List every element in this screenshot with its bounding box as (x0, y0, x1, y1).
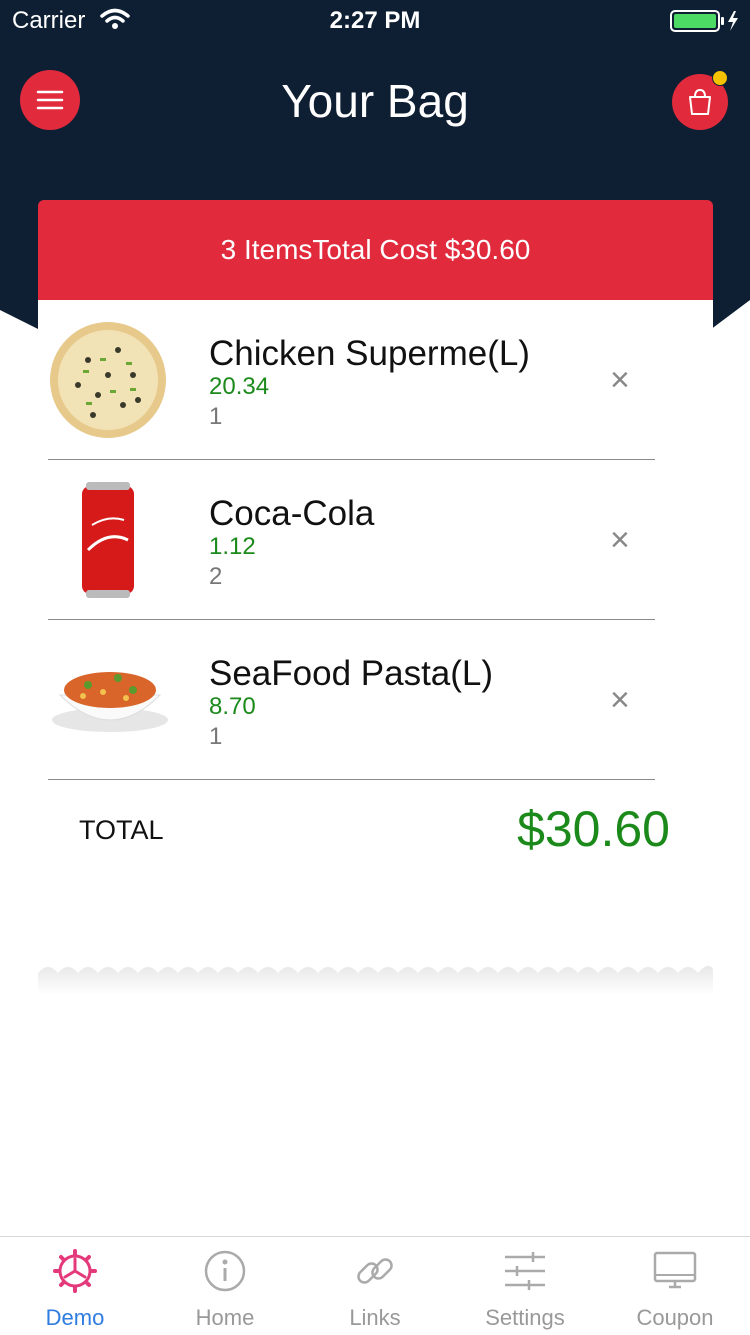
item-quantity: 1 (209, 723, 223, 750)
bag-card: Chicken Superme(L) 20.34 1 × Coca-Cola 1… (38, 300, 713, 965)
pasta-image (52, 672, 168, 732)
tab-links[interactable]: Links (300, 1237, 450, 1335)
tab-home[interactable]: Home (150, 1237, 300, 1335)
cart-badge (712, 70, 728, 86)
total-label: TOTAL (79, 815, 164, 845)
tab-coupon[interactable]: Coupon (600, 1237, 750, 1335)
info-icon (204, 1250, 246, 1292)
tab-demo[interactable]: Demo (0, 1237, 150, 1335)
tab-settings[interactable]: Settings (450, 1237, 600, 1335)
monitor-icon (653, 1251, 697, 1289)
remove-item-button[interactable]: × (610, 363, 630, 397)
item-price: 20.34 (209, 373, 270, 400)
pizza-image (50, 322, 166, 438)
item-name: SeaFood Pasta(L) (209, 654, 494, 693)
page-title: Your Bag (281, 75, 469, 127)
item-name: Chicken Superme(L) (209, 334, 530, 373)
item-quantity: 2 (209, 563, 223, 590)
tab-label: Home (195, 1305, 255, 1330)
item-name: Coca-Cola (209, 494, 375, 533)
status-bar: Carrier 2:27 PM (0, 0, 750, 40)
list-item: Chicken Superme(L) 20.34 1 × (48, 300, 655, 460)
status-time: 2:27 PM (329, 7, 421, 34)
demo-gear-icon (53, 1249, 97, 1293)
shopping-bag-icon (689, 88, 711, 115)
tab-bar: Demo Home Links Settings Coupon (0, 1236, 750, 1335)
battery-icon (670, 9, 742, 40)
list-item: Coca-Cola 1.12 2 × (48, 460, 655, 620)
link-icon (357, 1258, 393, 1284)
cola-can-image (82, 482, 134, 598)
item-quantity: 1 (209, 403, 223, 430)
tab-label: Links (349, 1305, 401, 1330)
item-price: 1.12 (209, 533, 256, 560)
summary-bar: 3 ItemsTotal Cost $30.60 (38, 200, 713, 300)
receipt-edge (38, 965, 713, 995)
total-value: $30.60 (517, 801, 670, 857)
tab-label: Settings (485, 1305, 565, 1330)
tab-label: Coupon (636, 1305, 714, 1330)
list-item: SeaFood Pasta(L) 8.70 1 × (48, 620, 655, 780)
remove-item-button[interactable]: × (610, 523, 630, 557)
item-price: 8.70 (209, 693, 256, 720)
sliders-icon (505, 1252, 545, 1290)
summary-text: 3 ItemsTotal Cost $30.60 (220, 234, 531, 265)
tab-label: Demo (45, 1305, 105, 1330)
remove-item-button[interactable]: × (610, 683, 630, 717)
